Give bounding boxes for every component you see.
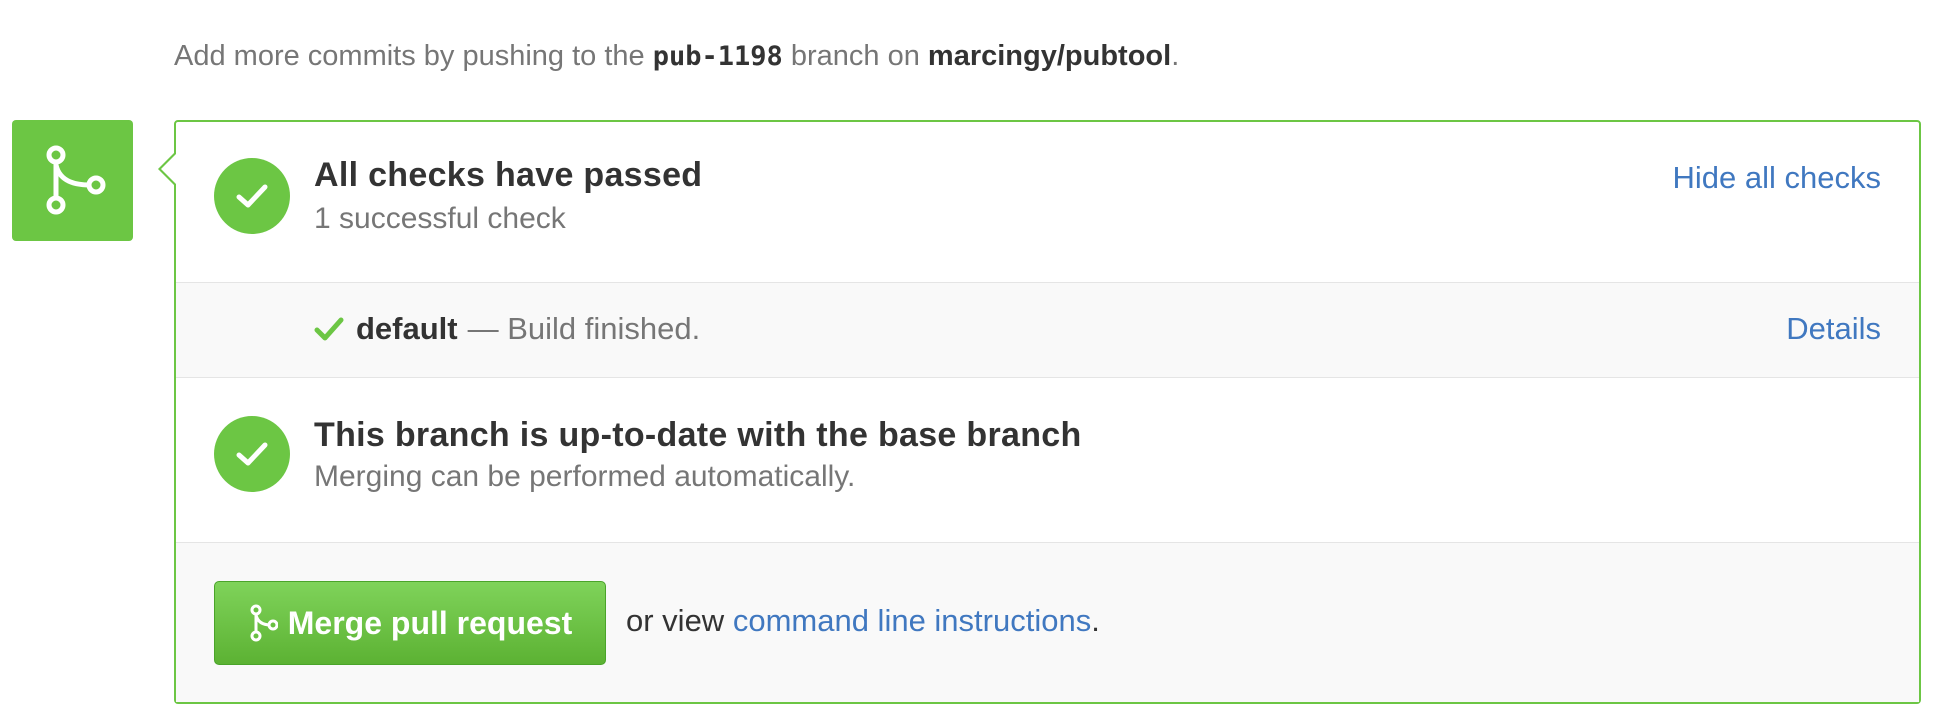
merge-button-label: Merge pull request xyxy=(287,604,573,641)
alt-prefix: or view xyxy=(626,603,725,638)
alt-suffix: . xyxy=(1091,603,1100,638)
status-context: default xyxy=(356,311,458,346)
checks-subtitle: 1 successful check xyxy=(314,202,566,235)
checks-title: All checks have passed xyxy=(314,156,703,194)
hide-checks-link[interactable]: Hide all checks xyxy=(1673,160,1881,196)
repo-name: marcingy/pubtool xyxy=(927,40,1172,72)
details-link[interactable]: Details xyxy=(1786,311,1881,347)
check-icon xyxy=(314,317,344,341)
note-middle: branch on xyxy=(790,40,920,72)
branch-status: This branch is up-to-date with the base … xyxy=(176,378,1919,542)
note-suffix: . xyxy=(1171,40,1180,72)
branch-status-subtitle: Merging can be performed automatically. xyxy=(314,460,856,493)
check-icon xyxy=(236,442,268,466)
note-prefix: Add more commits by pushing to the xyxy=(174,40,645,72)
branch-status-title: This branch is up-to-date with the base … xyxy=(314,416,1082,454)
git-merge-icon xyxy=(250,604,278,642)
command-line-instructions-link[interactable]: command line instructions xyxy=(733,603,1091,638)
status-description: — Build finished. xyxy=(467,311,701,346)
merge-actions: Merge pull request or view command line … xyxy=(176,542,1919,702)
checks-summary: All checks have passed 1 successful chec… xyxy=(176,122,1919,282)
status-row: default — Build finished. xyxy=(314,311,700,347)
command-line-note: or view command line instructions. xyxy=(626,603,1100,639)
merge-box: All checks have passed 1 successful chec… xyxy=(158,120,1921,704)
merge-pull-request-button[interactable]: Merge pull request xyxy=(214,581,606,665)
git-merge-icon xyxy=(46,145,105,214)
check-circle xyxy=(214,416,290,492)
status-item: default — Build finished. Details xyxy=(176,282,1919,378)
check-icon xyxy=(236,184,268,208)
merge-status-badge xyxy=(12,120,133,241)
check-circle xyxy=(214,158,290,234)
branch-name: pub-1198 xyxy=(652,41,783,72)
push-instructions: Add more commits by pushing to the pub-1… xyxy=(174,40,1179,73)
